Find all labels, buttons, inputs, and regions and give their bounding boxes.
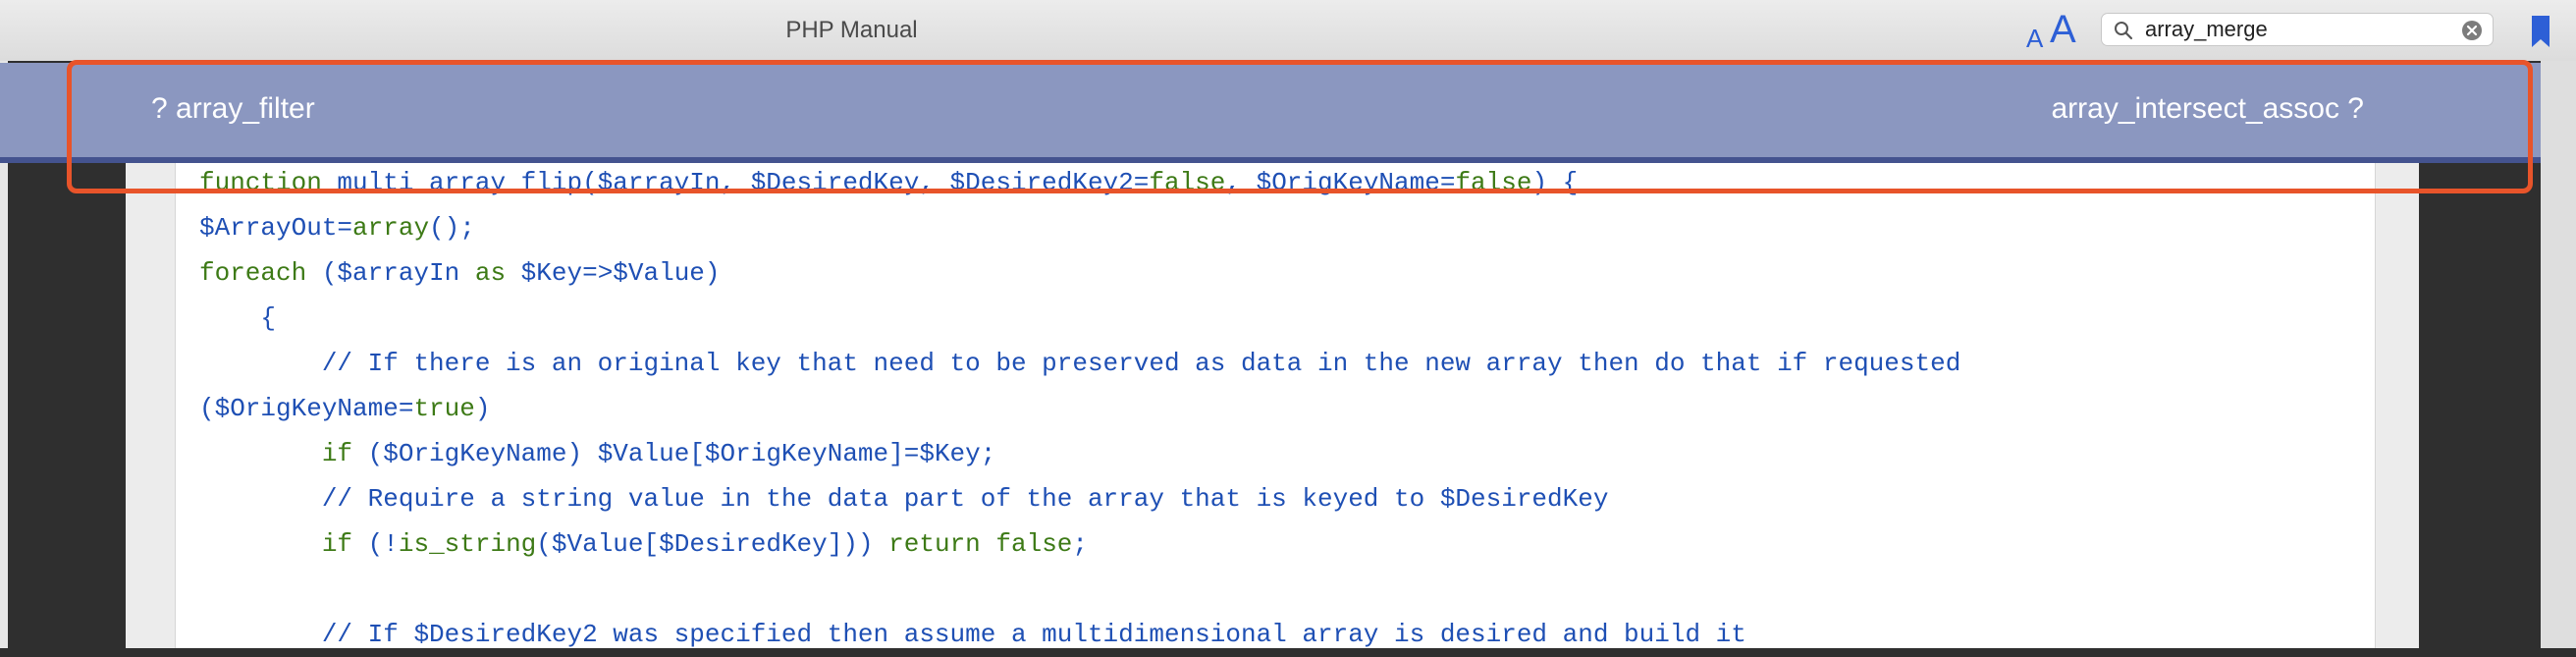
- code-line: // Require a string value in the data pa…: [321, 484, 1609, 514]
- title-bar: PHP Manual A A: [0, 0, 2576, 62]
- bookmark-icon[interactable]: [2531, 16, 2550, 47]
- code-line: // If $DesiredKey2 was specified then as…: [321, 620, 1746, 649]
- search-input[interactable]: [2145, 14, 2440, 45]
- search-field[interactable]: [2101, 13, 2494, 46]
- decrease-font-size-button[interactable]: A: [2026, 24, 2043, 54]
- code-line: // If there is an original key that need…: [321, 349, 1961, 378]
- code-line: function multi_array_flip($arrayIn, $Des…: [199, 168, 1579, 197]
- code-line: if (!is_string($Value[$DesiredKey])) ret…: [321, 529, 1089, 559]
- previous-function-link[interactable]: ? array_filter: [151, 92, 315, 126]
- search-icon: [2115, 22, 2133, 40]
- code-line: foreach ($arrayIn as $Key=>$Value): [199, 258, 721, 288]
- clear-search-icon[interactable]: [2461, 20, 2483, 41]
- increase-font-size-button[interactable]: A: [2050, 8, 2076, 52]
- next-function-link[interactable]: array_intersect_assoc ?: [2052, 92, 2365, 126]
- code-line: $ArrayOut=array();: [199, 213, 475, 243]
- code-line: ($OrigKeyName=true): [199, 394, 491, 423]
- scrollbar-track[interactable]: [2541, 61, 2576, 648]
- code-line: {: [199, 303, 277, 333]
- navigation-bar: ? array_filter array_intersect_assoc ?: [0, 63, 2541, 163]
- window-title: PHP Manual: [785, 17, 918, 43]
- code-listing: function multi_array_flip($arrayIn, $Des…: [199, 160, 1960, 657]
- code-line: if ($OrigKeyName) $Value[$OrigKeyName]=$…: [321, 439, 996, 468]
